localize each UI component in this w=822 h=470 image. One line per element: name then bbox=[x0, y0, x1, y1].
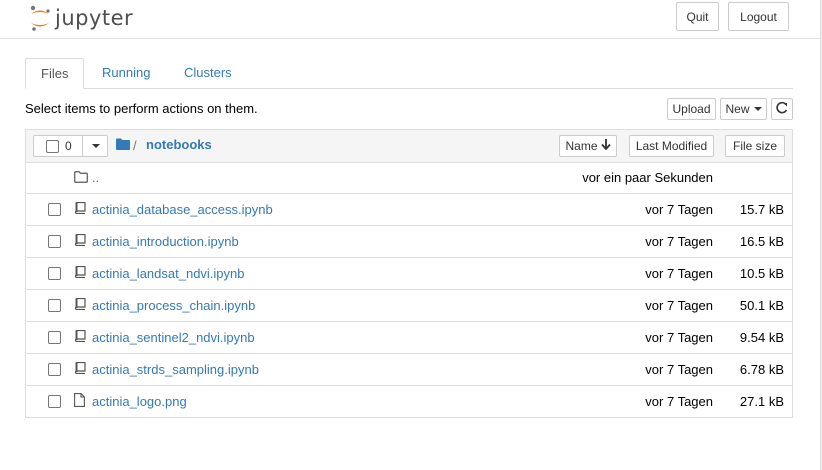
sort-last-modified-button[interactable]: Last Modified bbox=[629, 135, 714, 157]
file-checkbox[interactable] bbox=[48, 235, 61, 248]
notebook-tree-page: jupyter Quit Logout Files Running Cluste… bbox=[0, 0, 821, 470]
file-row[interactable]: actinia_introduction.ipynb vor 7 Tagen 1… bbox=[26, 226, 792, 258]
parent-modified: vor ein paar Sekunden bbox=[582, 170, 713, 185]
file-modified: vor 7 Tagen bbox=[645, 330, 713, 345]
folder-outline-icon bbox=[74, 171, 88, 186]
selected-count: 0 bbox=[65, 139, 72, 153]
upload-button[interactable]: Upload bbox=[667, 98, 716, 120]
selection-hint: Select items to perform actions on them. bbox=[25, 101, 258, 116]
file-name-link[interactable]: actinia_logo.png bbox=[92, 394, 187, 409]
file-checkbox[interactable] bbox=[48, 299, 61, 312]
file-modified: vor 7 Tagen bbox=[645, 298, 713, 313]
file-list: 0 / notebooks Name Last Modified File si… bbox=[25, 129, 793, 418]
quit-button[interactable]: Quit bbox=[676, 2, 719, 31]
file-name-link[interactable]: actinia_strds_sampling.ipynb bbox=[92, 362, 259, 377]
breadcrumb-separator: / bbox=[133, 138, 137, 153]
file-size: 10.5 kB bbox=[739, 266, 784, 281]
select-divider bbox=[82, 136, 83, 156]
file-name-link[interactable]: actinia_process_chain.ipynb bbox=[92, 298, 255, 313]
file-name-link[interactable]: actinia_database_access.ipynb bbox=[92, 202, 273, 217]
file-size: 6.78 kB bbox=[739, 362, 784, 377]
notebook-icon bbox=[74, 265, 86, 281]
file-modified: vor 7 Tagen bbox=[645, 362, 713, 377]
file-icon bbox=[74, 393, 85, 410]
new-label: New bbox=[725, 102, 750, 116]
file-size: 27.1 kB bbox=[739, 394, 784, 409]
file-row[interactable]: actinia_logo.png vor 7 Tagen 27.1 kB bbox=[26, 386, 792, 418]
tab-clusters[interactable]: Clusters bbox=[169, 58, 247, 88]
file-modified: vor 7 Tagen bbox=[645, 266, 713, 281]
file-name-link[interactable]: actinia_sentinel2_ndvi.ipynb bbox=[92, 330, 255, 345]
file-name-link[interactable]: actinia_introduction.ipynb bbox=[92, 234, 239, 249]
refresh-button[interactable] bbox=[771, 98, 793, 120]
file-modified: vor 7 Tagen bbox=[645, 394, 713, 409]
select-all-control[interactable]: 0 bbox=[33, 135, 108, 157]
file-row[interactable]: actinia_process_chain.ipynb vor 7 Tagen … bbox=[26, 290, 792, 322]
file-checkbox[interactable] bbox=[48, 267, 61, 280]
jupyter-logo-icon bbox=[29, 4, 51, 32]
parent-directory-link[interactable]: .. bbox=[92, 170, 99, 185]
jupyter-logo[interactable]: jupyter bbox=[29, 2, 133, 34]
new-dropdown-button[interactable]: New bbox=[720, 98, 767, 120]
header: jupyter Quit Logout bbox=[0, 0, 820, 39]
file-checkbox[interactable] bbox=[48, 395, 61, 408]
notebook-icon bbox=[74, 233, 86, 249]
breadcrumb-notebooks[interactable]: notebooks bbox=[146, 137, 212, 152]
tab-files[interactable]: Files bbox=[25, 58, 84, 89]
sort-file-size-button[interactable]: File size bbox=[725, 135, 785, 157]
file-modified: vor 7 Tagen bbox=[645, 202, 713, 217]
notebook-icon bbox=[74, 329, 86, 345]
notebook-icon bbox=[74, 201, 86, 217]
caret-down-icon bbox=[92, 144, 100, 148]
logout-button[interactable]: Logout bbox=[728, 2, 789, 31]
file-size: 16.5 kB bbox=[739, 234, 784, 249]
notebook-icon bbox=[74, 361, 86, 377]
tab-bar: Files Running Clusters bbox=[25, 58, 793, 89]
file-checkbox[interactable] bbox=[48, 203, 61, 216]
parent-directory-row[interactable]: .. vor ein paar Sekunden bbox=[26, 162, 792, 194]
file-size: 50.1 kB bbox=[739, 298, 784, 313]
sort-name-label: Name bbox=[565, 139, 598, 153]
file-row[interactable]: actinia_sentinel2_ndvi.ipynb vor 7 Tagen… bbox=[26, 322, 792, 354]
file-list-header: 0 / notebooks Name Last Modified File si… bbox=[26, 130, 792, 163]
file-modified: vor 7 Tagen bbox=[645, 234, 713, 249]
file-size: 9.54 kB bbox=[739, 330, 784, 345]
file-checkbox[interactable] bbox=[48, 331, 61, 344]
file-row[interactable]: actinia_strds_sampling.ipynb vor 7 Tagen… bbox=[26, 354, 792, 386]
refresh-icon bbox=[776, 101, 788, 117]
file-name-link[interactable]: actinia_landsat_ndvi.ipynb bbox=[92, 266, 245, 281]
logo-text: jupyter bbox=[55, 6, 134, 30]
file-row[interactable]: actinia_database_access.ipynb vor 7 Tage… bbox=[26, 194, 792, 226]
sort-name-button[interactable]: Name bbox=[559, 135, 617, 157]
file-size: 15.7 kB bbox=[739, 202, 784, 217]
caret-down-icon bbox=[753, 107, 762, 111]
arrow-down-icon bbox=[600, 139, 611, 153]
file-row[interactable]: actinia_landsat_ndvi.ipynb vor 7 Tagen 1… bbox=[26, 258, 792, 290]
select-all-checkbox[interactable] bbox=[46, 139, 59, 153]
notebook-icon bbox=[74, 297, 86, 313]
folder-icon[interactable] bbox=[116, 138, 130, 153]
file-checkbox[interactable] bbox=[48, 363, 61, 376]
tab-running[interactable]: Running bbox=[87, 58, 165, 88]
